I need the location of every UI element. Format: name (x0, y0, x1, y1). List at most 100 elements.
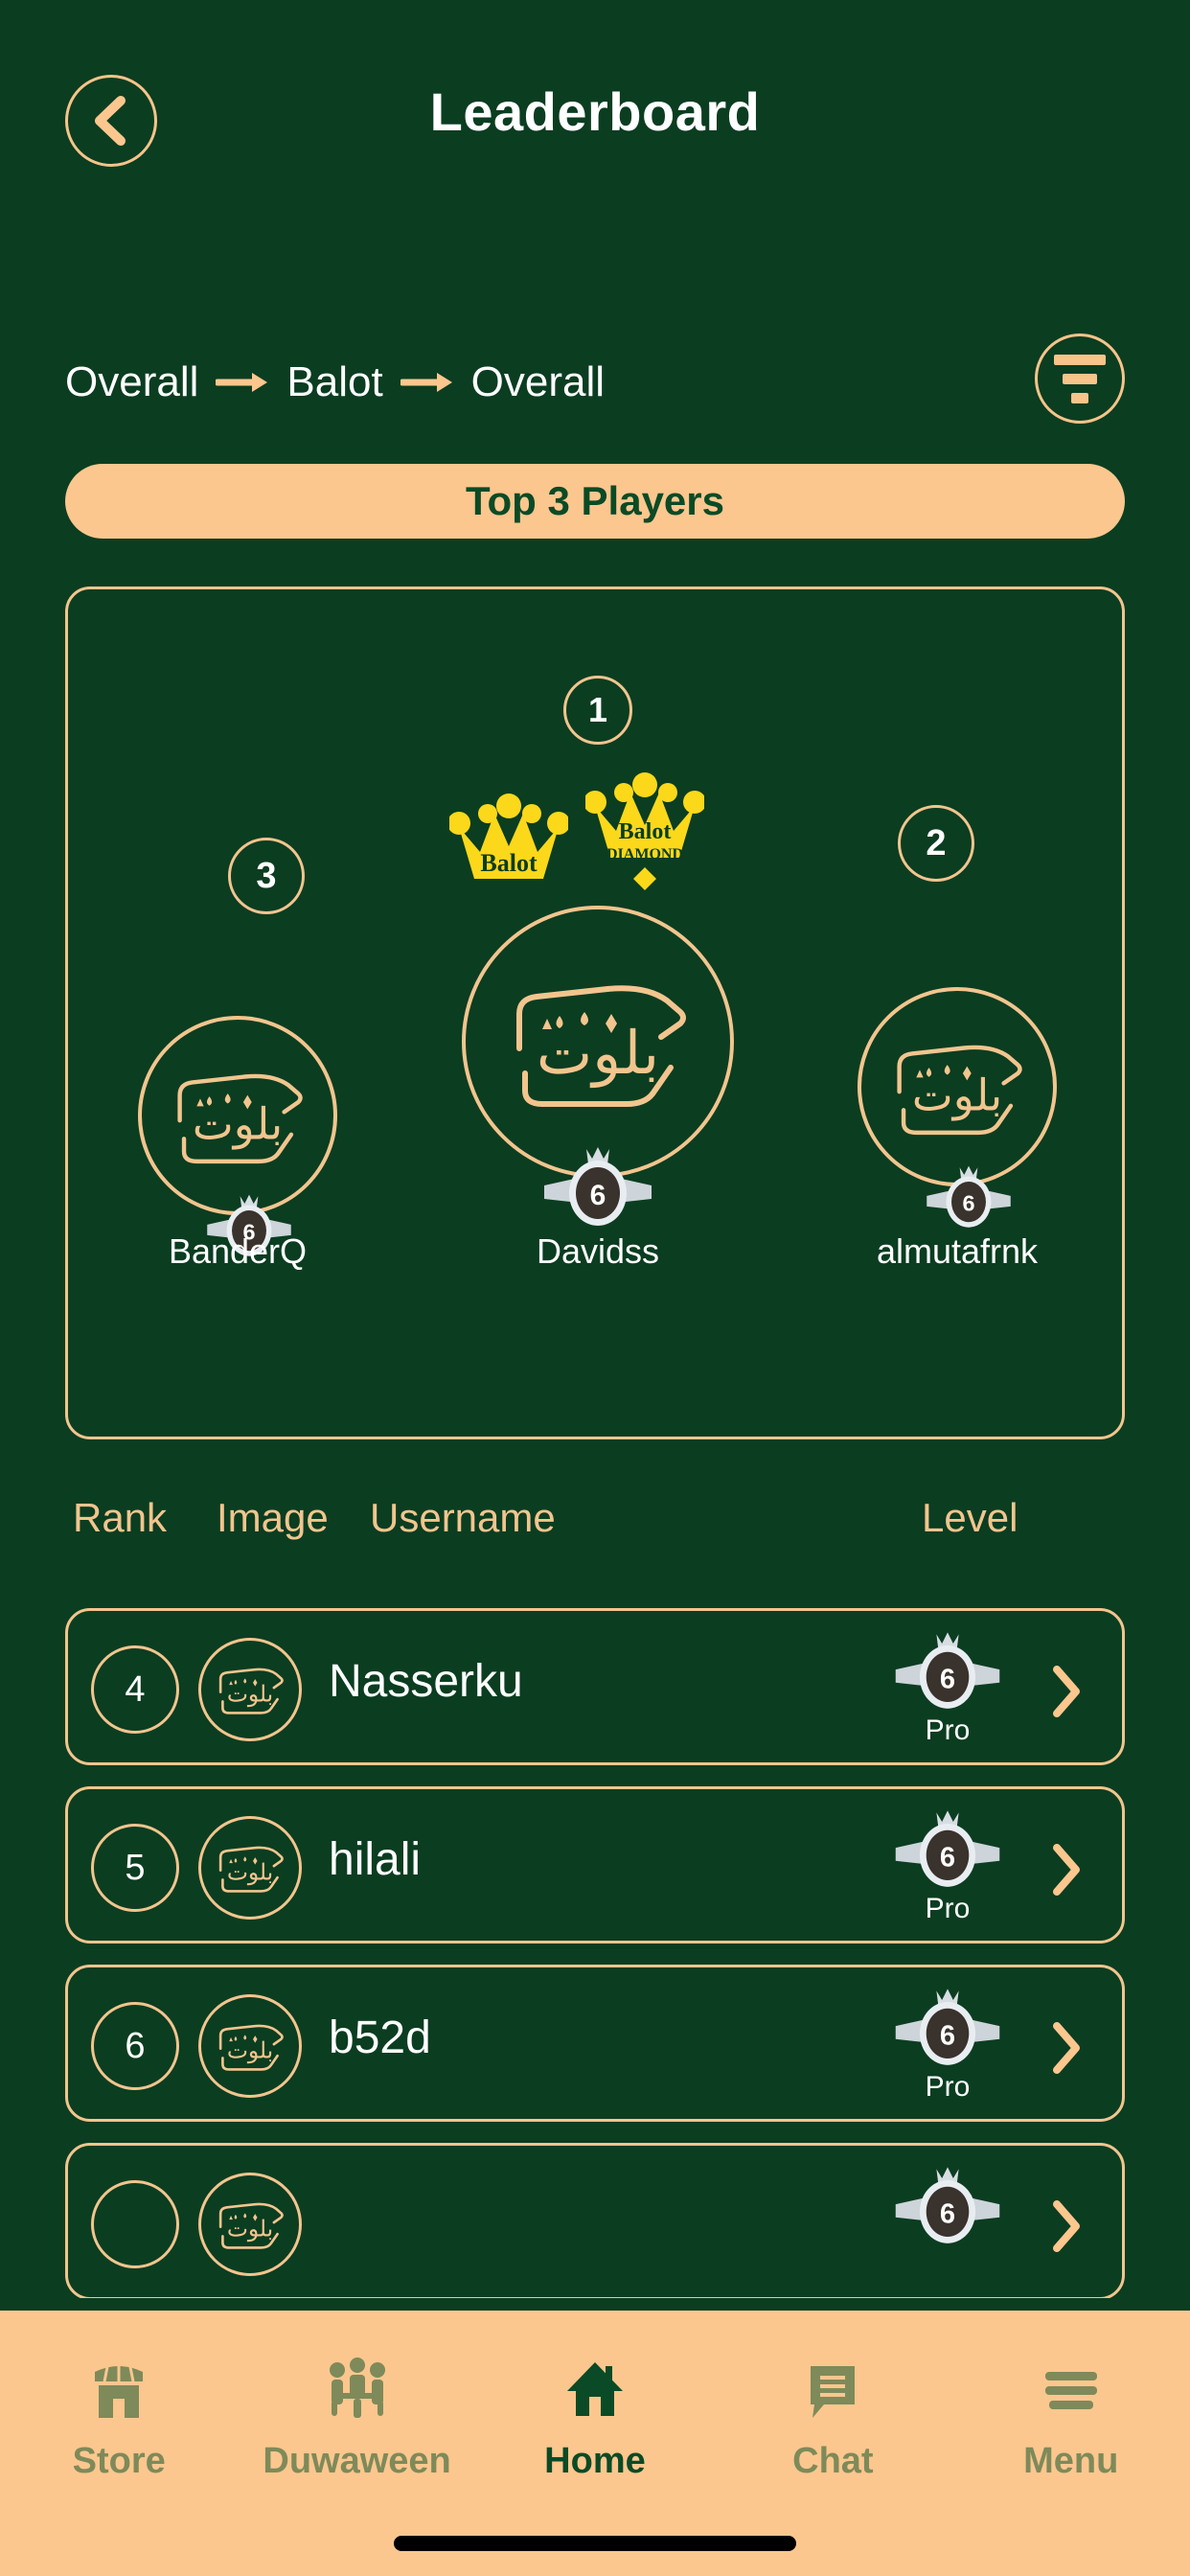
filter-icon-bar-3 (1071, 392, 1088, 403)
chevron-right-icon[interactable] (1051, 1665, 1082, 1718)
podium-avatar-2[interactable]: بلوت (858, 987, 1057, 1186)
podium-rank-badge-1: 1 (563, 676, 632, 745)
level-badge-icon: 6 (895, 1989, 1000, 2065)
svg-text:بلوت: بلوت (227, 1681, 273, 1707)
balot-logo-avatar: بلوت (218, 1668, 284, 1714)
balot-logo-avatar: بلوت (218, 2024, 284, 2071)
balot-logo-avatar: بلوت (516, 985, 686, 1107)
store-icon (83, 2353, 154, 2424)
list-column-headers: Rank Image Username Level (0, 1495, 1190, 1552)
svg-text:بلوت: بلوت (537, 1021, 659, 1089)
level-badge-icon: 6 (895, 1810, 1000, 1887)
svg-text:6: 6 (962, 1191, 974, 1216)
podium-username-1: Davidss (536, 1231, 660, 1271)
nav-item-chat[interactable]: Chat (727, 2353, 938, 2482)
svg-text:DIAMOND: DIAMOND (606, 846, 683, 862)
home-indicator (394, 2536, 796, 2551)
crown-icon-balot: Balot (449, 794, 568, 879)
arrow-right-icon-2 (400, 370, 454, 395)
column-header-level: Level (922, 1495, 1018, 1540)
svg-text:6: 6 (940, 2021, 955, 2052)
row-avatar[interactable]: بلوت (198, 1638, 302, 1741)
nav-item-duwaween[interactable]: Duwaween (252, 2353, 463, 2482)
nav-label-home: Home (544, 2441, 646, 2481)
breadcrumb-row: Overall Balot Overall (0, 334, 1190, 424)
row-username: b52d (329, 2012, 431, 2063)
row-level: 6 Pro (881, 1985, 1015, 2104)
podium-rank-badge-3: 3 (228, 838, 305, 914)
hamburger-menu-icon (1036, 2353, 1107, 2424)
level-badge-icon: 6 (895, 2167, 1000, 2243)
chat-bubble-icon (797, 2353, 868, 2424)
row-username: hilali (329, 1834, 422, 1885)
balot-logo-avatar: بلوت (177, 1073, 303, 1164)
podium-level-badge-2: 6 (927, 1165, 1011, 1228)
header: Leaderboard (0, 75, 1190, 171)
svg-text:6: 6 (590, 1180, 606, 1211)
row-avatar[interactable]: بلوت (198, 1816, 302, 1920)
podium-rank-badge-2: 2 (898, 805, 974, 882)
breadcrumb: Overall Balot Overall (65, 341, 605, 424)
chevron-right-icon[interactable] (1051, 1843, 1082, 1897)
nav-item-home[interactable]: Home (490, 2353, 700, 2482)
table-row[interactable]: بلوت 6 (65, 2143, 1125, 2298)
level-badge-icon: 6 (895, 1632, 1000, 1709)
bottom-navigation: Store Duwaween Home Chat Menu (0, 2311, 1190, 2576)
podium-card: 1 2 3 Balot Balot DIAMOND بلوت بلوت بلوت… (65, 586, 1125, 1439)
nav-label-duwaween: Duwaween (263, 2441, 451, 2481)
people-table-icon (322, 2353, 393, 2424)
svg-text:بلوت: بلوت (227, 2216, 273, 2242)
crowns-group: Balot Balot DIAMOND (449, 771, 746, 896)
breadcrumb-item-1[interactable]: Balot (286, 358, 382, 406)
row-rank-badge (91, 2180, 179, 2268)
svg-text:6: 6 (940, 2199, 955, 2230)
svg-text:6: 6 (940, 1843, 955, 1874)
breadcrumb-item-0[interactable]: Overall (65, 358, 198, 406)
table-row[interactable]: 6 بلوت b52d 6 Pro (65, 1965, 1125, 2122)
podium-avatar-1[interactable]: بلوت (462, 906, 734, 1178)
filter-icon-bar-2 (1063, 373, 1097, 384)
crown-icon-balot-diamond: Balot DIAMOND (585, 772, 704, 890)
balot-logo-avatar: بلوت (897, 1045, 1022, 1136)
chevron-right-icon[interactable] (1051, 2199, 1082, 2253)
filter-icon-bar-1 (1054, 354, 1106, 365)
leaderboard-list[interactable]: 4 بلوت Nasserku 6 Pro 5 بلوت hilali 6 Pr… (65, 1608, 1125, 2298)
balot-logo-avatar: بلوت (218, 2202, 284, 2249)
svg-text:بلوت: بلوت (227, 1859, 273, 1885)
row-rank-badge: 5 (91, 1824, 179, 1912)
table-row[interactable]: 4 بلوت Nasserku 6 Pro (65, 1608, 1125, 1765)
podium-avatar-3[interactable]: بلوت (138, 1016, 337, 1215)
nav-label-store: Store (72, 2441, 166, 2481)
nav-label-chat: Chat (792, 2441, 874, 2481)
arrow-right-icon (216, 370, 269, 395)
svg-text:Balot: Balot (480, 849, 538, 877)
home-icon (560, 2353, 630, 2424)
row-level-label: Pro (925, 1893, 971, 1924)
filter-button[interactable] (1035, 334, 1125, 424)
row-avatar[interactable]: بلوت (198, 1994, 302, 2098)
column-header-rank: Rank (73, 1495, 168, 1540)
breadcrumb-item-2[interactable]: Overall (471, 358, 605, 406)
podium-username-2: almutafrnk (876, 1231, 1039, 1271)
leaderboard-screen: Leaderboard Overall Balot Overall Top 3 … (0, 0, 1190, 2576)
row-rank-badge: 4 (91, 1645, 179, 1734)
svg-text:Balot: Balot (619, 819, 672, 844)
nav-item-store[interactable]: Store (13, 2353, 224, 2482)
row-avatar[interactable]: بلوت (198, 2173, 302, 2276)
column-header-username: Username (370, 1495, 556, 1540)
podium-level-badge-1: 6 (544, 1147, 652, 1226)
balot-logo-avatar: بلوت (218, 1846, 284, 1893)
svg-text:بلوت: بلوت (227, 2037, 273, 2063)
nav-label-menu: Menu (1023, 2441, 1119, 2481)
svg-text:بلوت: بلوت (193, 1099, 283, 1150)
nav-item-menu[interactable]: Menu (966, 2353, 1177, 2482)
row-level-label: Pro (925, 2071, 971, 2103)
row-rank-badge: 6 (91, 2002, 179, 2090)
chevron-right-icon[interactable] (1051, 2021, 1082, 2075)
top3-players-banner[interactable]: Top 3 Players (65, 464, 1125, 539)
table-row[interactable]: 5 بلوت hilali 6 Pro (65, 1786, 1125, 1944)
page-title: Leaderboard (429, 81, 761, 142)
podium-username-3: BanderQ (168, 1231, 308, 1271)
row-level: 6 Pro (881, 1628, 1015, 1747)
column-header-image: Image (217, 1495, 329, 1540)
